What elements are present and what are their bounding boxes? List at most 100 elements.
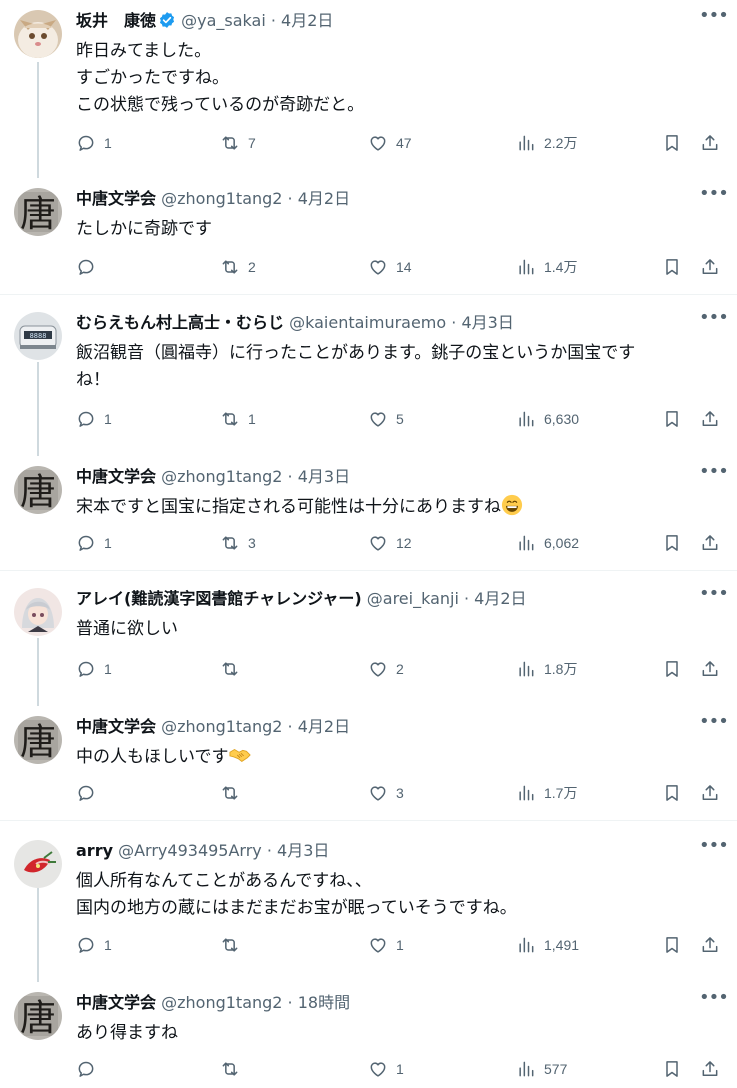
tweet[interactable]: アレイ(難読漢字図書館チャレンジャー) @arei_kanji · 4月2日 •… — [0, 578, 737, 678]
reply-button[interactable] — [76, 782, 104, 804]
timestamp[interactable]: 18時間 — [298, 993, 350, 1012]
author-name[interactable]: 中唐文学会 — [76, 993, 156, 1012]
retweet-button[interactable] — [220, 1058, 248, 1080]
retweet-button[interactable]: 7 — [220, 132, 256, 154]
author-handle[interactable]: @Arry493495Arry — [118, 841, 262, 860]
more-options-icon[interactable]: ••• — [699, 185, 729, 208]
like-button[interactable]: 5 — [368, 408, 404, 430]
author-name[interactable]: むらえもん村上高士・むらじ — [76, 313, 284, 332]
heart-icon — [370, 786, 386, 801]
share-button[interactable] — [700, 408, 720, 430]
retweet-button[interactable] — [220, 934, 248, 956]
like-button[interactable]: 2 — [368, 658, 404, 680]
train-avatar[interactable]: 8888 — [14, 312, 62, 360]
calligraphy-avatar[interactable]: 唐 — [14, 466, 62, 514]
bookmark-button[interactable] — [662, 256, 682, 278]
more-options-icon[interactable]: ••• — [699, 309, 729, 332]
tweet[interactable]: 唐 中唐文学会 @zhong1tang2 · 4月2日 ••• 中の人もほしいで… — [0, 706, 737, 806]
author-handle[interactable]: @ya_sakai — [181, 11, 266, 30]
reply-button[interactable]: 1 — [76, 658, 112, 680]
author-handle[interactable]: @zhong1tang2 — [161, 993, 282, 1012]
bookmark-button[interactable] — [662, 532, 682, 554]
timestamp[interactable]: 4月3日 — [277, 841, 329, 860]
bookmark-button[interactable] — [662, 408, 682, 430]
views-button[interactable]: 1.7万 — [516, 782, 577, 804]
tweet[interactable]: 8888 むらえもん村上高士・むらじ @kaientaimuraemo · 4月… — [0, 302, 737, 427]
author-name[interactable]: 中唐文学会 — [76, 467, 156, 486]
analytics-icon — [519, 535, 534, 551]
views-button[interactable]: 1.8万 — [516, 658, 577, 680]
views-button[interactable]: 6,630 — [516, 408, 579, 430]
retweet-button[interactable] — [220, 782, 248, 804]
bookmark-button[interactable] — [662, 782, 682, 804]
cat-avatar[interactable] — [14, 10, 62, 58]
timestamp[interactable]: 4月2日 — [298, 717, 350, 736]
author-handle[interactable]: @zhong1tang2 — [161, 467, 282, 486]
author-handle[interactable]: @zhong1tang2 — [161, 717, 282, 736]
share-button[interactable] — [700, 1058, 720, 1080]
more-options-icon[interactable]: ••• — [699, 989, 729, 1012]
like-button[interactable]: 1 — [368, 934, 404, 956]
retweet-button[interactable]: 3 — [220, 532, 256, 554]
retweet-button[interactable] — [220, 658, 248, 680]
bookmark-button[interactable] — [662, 658, 682, 680]
author-handle[interactable]: @zhong1tang2 — [161, 189, 282, 208]
tweet[interactable]: arry @Arry493495Arry · 4月3日 ••• 個人所有なんてこ… — [0, 830, 737, 953]
author-name[interactable]: アレイ(難読漢字図書館チャレンジャー) — [76, 589, 362, 608]
like-button[interactable]: 12 — [368, 532, 412, 554]
timestamp[interactable]: 4月2日 — [298, 189, 350, 208]
bookmark-button[interactable] — [662, 132, 682, 154]
heart-icon — [370, 938, 386, 953]
reply-button[interactable] — [76, 256, 104, 278]
tweet[interactable]: 唐 中唐文学会 @zhong1tang2 · 4月2日 ••• たしかに奇跡です… — [0, 178, 737, 278]
author-name[interactable]: 坂井 康徳 — [76, 11, 156, 30]
tweet[interactable]: 唐 中唐文学会 @zhong1tang2 · 18時間 ••• あり得ますね 1… — [0, 982, 737, 1082]
reply-button[interactable]: 1 — [76, 132, 112, 154]
share-button[interactable] — [700, 658, 720, 680]
calligraphy-avatar[interactable]: 唐 — [14, 992, 62, 1040]
more-options-icon[interactable]: ••• — [699, 713, 729, 736]
retweet-button[interactable]: 1 — [220, 408, 256, 430]
tweet[interactable]: 唐 中唐文学会 @zhong1tang2 · 4月3日 ••• 宋本ですと国宝に… — [0, 456, 737, 556]
share-button[interactable] — [700, 782, 720, 804]
share-button[interactable] — [700, 934, 720, 956]
like-button[interactable]: 1 — [368, 1058, 404, 1080]
tweet[interactable]: 坂井 康徳 @ya_sakai · 4月2日 ••• 昨日みてました。 すごかっ… — [0, 0, 737, 151]
author-name[interactable]: 中唐文学会 — [76, 189, 156, 208]
timestamp[interactable]: 4月3日 — [461, 313, 513, 332]
author-handle[interactable]: @arei_kanji — [367, 589, 459, 608]
anime-avatar[interactable] — [14, 588, 62, 636]
reply-button[interactable]: 1 — [76, 532, 112, 554]
like-button[interactable]: 47 — [368, 132, 412, 154]
more-options-icon[interactable]: ••• — [699, 585, 729, 608]
timestamp[interactable]: 4月2日 — [281, 11, 333, 30]
calligraphy-avatar[interactable]: 唐 — [14, 188, 62, 236]
like-button[interactable]: 14 — [368, 256, 412, 278]
more-options-icon[interactable]: ••• — [699, 7, 729, 30]
share-button[interactable] — [700, 532, 720, 554]
views-button[interactable]: 1.4万 — [516, 256, 577, 278]
timestamp[interactable]: 4月2日 — [474, 589, 526, 608]
views-button[interactable]: 1,491 — [516, 934, 579, 956]
bookmark-button[interactable] — [662, 1058, 682, 1080]
share-button[interactable] — [700, 132, 720, 154]
bookmark-button[interactable] — [662, 934, 682, 956]
timestamp[interactable]: 4月3日 — [298, 467, 350, 486]
reply-button[interactable]: 1 — [76, 408, 112, 430]
views-button[interactable]: 577 — [516, 1058, 567, 1080]
calligraphy-avatar[interactable]: 唐 — [14, 716, 62, 764]
more-options-icon[interactable]: ••• — [699, 837, 729, 860]
author-handle[interactable]: @kaientaimuraemo — [289, 313, 446, 332]
views-button[interactable]: 2.2万 — [516, 132, 577, 154]
author-name[interactable]: arry — [76, 841, 113, 860]
author-name[interactable]: 中唐文学会 — [76, 717, 156, 736]
more-options-icon[interactable]: ••• — [699, 463, 729, 486]
like-button[interactable]: 3 — [368, 782, 404, 804]
flower-avatar[interactable] — [14, 840, 62, 888]
share-button[interactable] — [700, 256, 720, 278]
views-button[interactable]: 6,062 — [516, 532, 579, 554]
reply-button[interactable]: 1 — [76, 934, 112, 956]
reply-button[interactable] — [76, 1058, 104, 1080]
retweet-button[interactable]: 2 — [220, 256, 256, 278]
like-count: 47 — [396, 135, 412, 151]
